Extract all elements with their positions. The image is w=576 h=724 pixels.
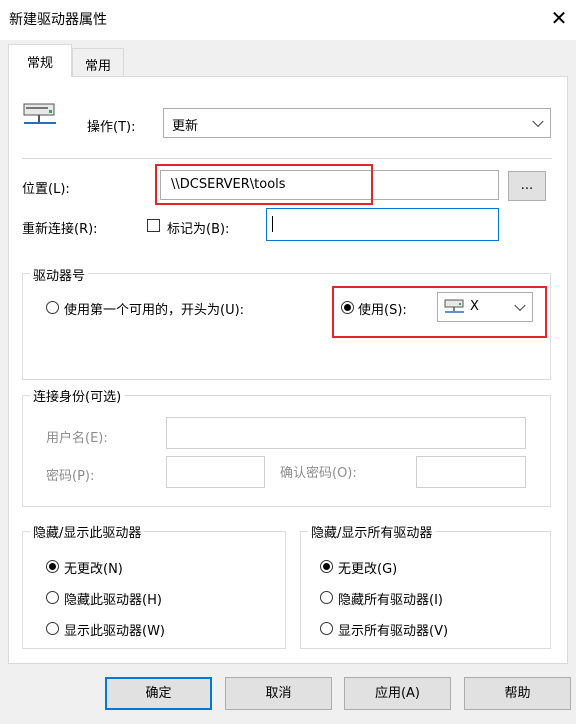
- operation-select[interactable]: 更新: [163, 108, 551, 138]
- cancel-button[interactable]: 取消: [225, 677, 332, 710]
- confirm-password-label: 确认密码(O):: [280, 466, 357, 481]
- window-title: 新建驱动器属性: [9, 12, 107, 28]
- hide-this-no-change-label: 无更改(N): [64, 562, 123, 577]
- location-highlight: [155, 164, 373, 205]
- drive-letter-select[interactable]: X: [437, 292, 533, 322]
- label-as-checkbox[interactable]: [147, 219, 160, 232]
- hide-all-legend: 隐藏/显示所有驱动器: [308, 522, 436, 541]
- apply-button[interactable]: 应用(A): [344, 677, 451, 710]
- tab-common[interactable]: 常用: [72, 48, 124, 76]
- chevron-down-icon: [532, 115, 544, 128]
- location-label: 位置(L):: [22, 182, 70, 197]
- show-all-drives-label: 显示所有驱动器(V): [338, 624, 449, 639]
- hide-this-drive-radio[interactable]: [46, 591, 59, 604]
- network-drive-icon: [444, 299, 466, 315]
- identity-legend: 连接身份(可选): [30, 386, 125, 405]
- show-this-drive-radio[interactable]: [46, 622, 59, 635]
- hide-all-drives-label: 隐藏所有驱动器(I): [338, 593, 443, 608]
- use-drive-label: 使用(S):: [358, 303, 407, 318]
- close-icon[interactable]: ✕: [547, 6, 571, 30]
- drive-letter-value: X: [470, 299, 479, 314]
- text-caret: [272, 216, 273, 232]
- use-drive-radio[interactable]: [341, 301, 354, 314]
- show-all-drives-radio[interactable]: [320, 622, 333, 635]
- identity-group: [22, 395, 551, 507]
- password-label: 密码(P):: [46, 469, 95, 484]
- network-drive-icon: [22, 103, 60, 129]
- ok-button[interactable]: 确定: [105, 677, 212, 710]
- tab-general[interactable]: 常规: [8, 44, 72, 77]
- chevron-down-icon: [514, 299, 526, 312]
- hide-all-no-change-radio[interactable]: [320, 560, 333, 573]
- confirm-password-input[interactable]: [416, 456, 526, 488]
- username-input[interactable]: [166, 417, 526, 449]
- use-first-available-label: 使用第一个可用的，开头为(U):: [64, 303, 245, 318]
- hide-this-drive-label: 隐藏此驱动器(H): [64, 593, 162, 608]
- label-as-label: 标记为(B):: [167, 222, 230, 237]
- operation-label: 操作(T):: [87, 120, 136, 135]
- divider: [22, 158, 552, 159]
- use-first-available-radio[interactable]: [46, 301, 59, 314]
- hide-all-drives-radio[interactable]: [320, 591, 333, 604]
- operation-value: 更新: [172, 119, 199, 134]
- drive-letter-legend: 驱动器号: [30, 265, 89, 284]
- browse-button[interactable]: ...: [508, 171, 546, 201]
- password-input[interactable]: [166, 456, 265, 488]
- reconnect-label: 重新连接(R):: [22, 222, 98, 237]
- label-as-input[interactable]: [266, 208, 499, 241]
- hide-this-no-change-radio[interactable]: [46, 560, 59, 573]
- hide-this-legend: 隐藏/显示此驱动器: [30, 522, 145, 541]
- hide-all-no-change-label: 无更改(G): [338, 562, 398, 577]
- username-label: 用户名(E):: [46, 431, 108, 446]
- show-this-drive-label: 显示此驱动器(W): [64, 624, 165, 639]
- help-button[interactable]: 帮助: [464, 677, 571, 710]
